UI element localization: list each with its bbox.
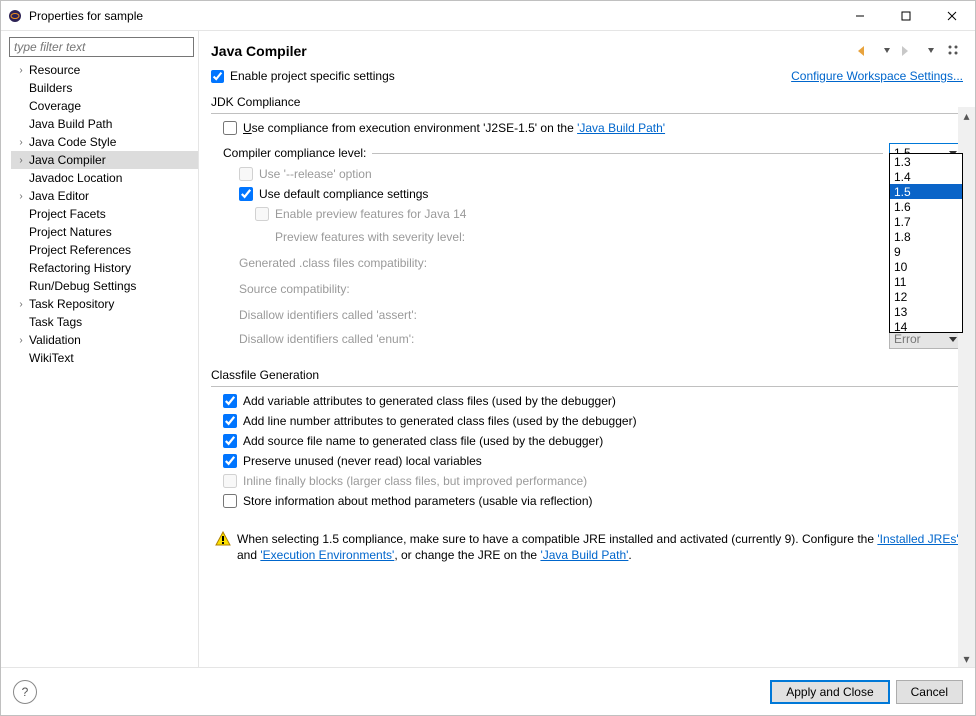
sidebar-item-project-references[interactable]: Project References bbox=[11, 241, 198, 259]
scroll-up-button[interactable]: ▴ bbox=[958, 107, 975, 124]
execution-environments-link[interactable]: 'Execution Environments' bbox=[260, 548, 394, 562]
scroll-down-button[interactable]: ▾ bbox=[958, 650, 975, 667]
sidebar-item-java-compiler[interactable]: ›Java Compiler bbox=[11, 151, 198, 169]
enable-project-specific-checkbox[interactable] bbox=[211, 70, 224, 83]
add-src-checkbox[interactable] bbox=[223, 434, 237, 448]
compliance-option-13[interactable]: 13 bbox=[890, 304, 962, 319]
compliance-option-12[interactable]: 12 bbox=[890, 289, 962, 304]
minimize-button[interactable] bbox=[837, 1, 883, 31]
eclipse-icon bbox=[7, 8, 23, 24]
store-checkbox[interactable] bbox=[223, 494, 237, 508]
compliance-option-1-8[interactable]: 1.8 bbox=[890, 229, 962, 244]
inline-label: Inline finally blocks (larger class file… bbox=[243, 474, 963, 488]
installed-jres-link[interactable]: 'Installed JREs' bbox=[877, 532, 958, 546]
sidebar-item-validation[interactable]: ›Validation bbox=[11, 331, 198, 349]
sidebar-item-wikitext[interactable]: WikiText bbox=[11, 349, 198, 367]
use-default-checkbox[interactable] bbox=[239, 187, 253, 201]
disallow-assert-label: Disallow identifiers called 'assert': bbox=[239, 308, 963, 322]
java-build-path-link-2[interactable]: 'Java Build Path' bbox=[540, 548, 628, 562]
page-title: Java Compiler bbox=[211, 43, 853, 59]
sidebar-item-coverage[interactable]: Coverage bbox=[11, 97, 198, 115]
compliance-level-dropdown[interactable]: 1.31.41.51.61.71.891011121314 bbox=[889, 153, 963, 333]
inline-checkbox bbox=[223, 474, 237, 488]
sidebar-item-refactoring-history[interactable]: Refactoring History bbox=[11, 259, 198, 277]
compliance-option-1-5[interactable]: 1.5 bbox=[890, 184, 962, 199]
maximize-button[interactable] bbox=[883, 1, 929, 31]
nav-tree: ›ResourceBuildersCoverageJava Build Path… bbox=[5, 61, 198, 367]
sidebar-item-javadoc-location[interactable]: Javadoc Location bbox=[11, 169, 198, 187]
sidebar-item-task-tags[interactable]: Task Tags bbox=[11, 313, 198, 331]
use-exec-env-checkbox[interactable] bbox=[223, 121, 237, 135]
configure-workspace-link[interactable]: Configure Workspace Settings... bbox=[395, 69, 963, 83]
compliance-option-1-7[interactable]: 1.7 bbox=[890, 214, 962, 229]
preserve-checkbox[interactable] bbox=[223, 454, 237, 468]
close-button[interactable] bbox=[929, 1, 975, 31]
sidebar-item-project-natures[interactable]: Project Natures bbox=[11, 223, 198, 241]
cancel-button[interactable]: Cancel bbox=[896, 680, 963, 704]
sidebar-item-java-editor[interactable]: ›Java Editor bbox=[11, 187, 198, 205]
classfile-title: Classfile Generation bbox=[211, 362, 963, 386]
window-title: Properties for sample bbox=[29, 9, 837, 23]
use-default-label: Use default compliance settings bbox=[259, 187, 963, 201]
warning-box: When selecting 1.5 compliance, make sure… bbox=[211, 523, 963, 567]
source-compat-label: Source compatibility: bbox=[239, 282, 963, 296]
sidebar-item-java-build-path[interactable]: Java Build Path bbox=[11, 115, 198, 133]
help-button[interactable]: ? bbox=[13, 680, 37, 704]
jdk-compliance-title: JDK Compliance bbox=[211, 89, 963, 113]
compliance-option-1-4[interactable]: 1.4 bbox=[890, 169, 962, 184]
disallow-enum-label: Disallow identifiers called 'enum': bbox=[239, 332, 889, 346]
preview-severity-label: Preview features with severity level: bbox=[275, 230, 963, 244]
add-line-checkbox[interactable] bbox=[223, 414, 237, 428]
warning-icon bbox=[215, 531, 231, 547]
java-build-path-link[interactable]: 'Java Build Path' bbox=[577, 121, 665, 135]
compliance-option-11[interactable]: 11 bbox=[890, 274, 962, 289]
add-line-label: Add line number attributes to generated … bbox=[243, 414, 963, 428]
view-menu-button[interactable] bbox=[943, 41, 963, 61]
generated-compat-label: Generated .class files compatibility: bbox=[239, 256, 963, 270]
add-src-label: Add source file name to generated class … bbox=[243, 434, 963, 448]
forward-menu-button[interactable] bbox=[921, 41, 941, 61]
store-label: Store information about method parameter… bbox=[243, 494, 963, 508]
use-release-label: Use '--release' option bbox=[259, 167, 963, 181]
sidebar: ›ResourceBuildersCoverageJava Build Path… bbox=[1, 31, 199, 667]
compliance-option-1-3[interactable]: 1.3 bbox=[890, 154, 962, 169]
compliance-option-1-6[interactable]: 1.6 bbox=[890, 199, 962, 214]
sidebar-item-run-debug-settings[interactable]: Run/Debug Settings bbox=[11, 277, 198, 295]
compliance-option-10[interactable]: 10 bbox=[890, 259, 962, 274]
sidebar-item-task-repository[interactable]: ›Task Repository bbox=[11, 295, 198, 313]
enable-preview-checkbox bbox=[255, 207, 269, 221]
compliance-option-9[interactable]: 9 bbox=[890, 244, 962, 259]
back-button[interactable] bbox=[855, 41, 875, 61]
preserve-label: Preserve unused (never read) local varia… bbox=[243, 454, 963, 468]
add-var-label: Add variable attributes to generated cla… bbox=[243, 394, 963, 408]
add-var-checkbox[interactable] bbox=[223, 394, 237, 408]
compliance-option-14[interactable]: 14 bbox=[890, 319, 962, 334]
enable-preview-label: Enable preview features for Java 14 bbox=[275, 207, 963, 221]
sidebar-item-builders[interactable]: Builders bbox=[11, 79, 198, 97]
sidebar-item-resource[interactable]: ›Resource bbox=[11, 61, 198, 79]
apply-and-close-button[interactable]: Apply and Close bbox=[770, 680, 889, 704]
forward-button[interactable] bbox=[899, 41, 919, 61]
compliance-level-label: Compiler compliance level: bbox=[223, 146, 366, 160]
titlebar: Properties for sample bbox=[1, 1, 975, 31]
filter-input[interactable] bbox=[9, 37, 194, 57]
back-menu-button[interactable] bbox=[877, 41, 897, 61]
sidebar-item-project-facets[interactable]: Project Facets bbox=[11, 205, 198, 223]
enable-project-specific-label: Enable project specific settings bbox=[230, 69, 395, 83]
use-exec-env-label: Use compliance from execution environmen… bbox=[243, 121, 963, 135]
use-release-checkbox bbox=[239, 167, 253, 181]
sidebar-item-java-code-style[interactable]: ›Java Code Style bbox=[11, 133, 198, 151]
